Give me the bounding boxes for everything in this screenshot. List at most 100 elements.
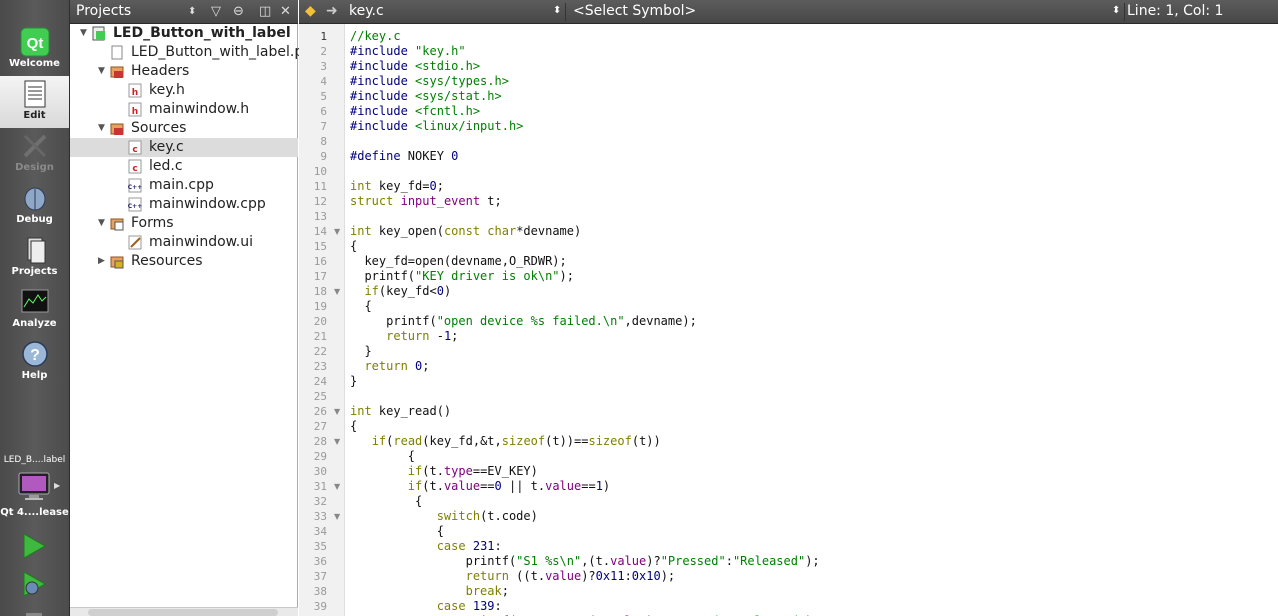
code-line[interactable]: if(t.type==EV_KEY) — [350, 464, 538, 479]
document-selector[interactable]: key.c — [349, 3, 384, 19]
view-selector-arrows-icon[interactable]: ⬍ — [188, 3, 196, 21]
code-line[interactable]: { — [350, 524, 444, 539]
tree-item[interactable]: C++ mainwindow.cpp — [70, 195, 298, 214]
code-line[interactable]: if(t.value==0 || t.value==1) — [350, 479, 610, 494]
symbol-selector-arrows-icon[interactable]: ⬍ — [1112, 5, 1120, 16]
code-line[interactable]: #include "key.h" — [350, 44, 466, 59]
code-line[interactable]: { — [350, 239, 357, 254]
expand-arrow-icon[interactable]: ▼ — [98, 62, 105, 81]
sources-folder-icon — [110, 121, 124, 136]
mode-welcome[interactable]: Qt Welcome — [0, 24, 69, 76]
code-line[interactable]: printf("KEY driver is ok\n"); — [350, 269, 574, 284]
code-line[interactable]: struct input_event t; — [350, 194, 502, 209]
code-line[interactable]: #include <fcntl.h> — [350, 104, 480, 119]
debug-run-button[interactable] — [20, 570, 48, 598]
expand-arrow-icon[interactable]: ▼ — [98, 214, 105, 233]
code-line[interactable]: return 0; — [350, 359, 429, 374]
code-line[interactable]: if(read(key_fd,&t,sizeof(t))==sizeof(t)) — [350, 434, 661, 449]
tree-item[interactable]: h mainwindow.h — [70, 100, 298, 119]
tree-item[interactable]: ▼ Forms — [70, 214, 298, 233]
mode-projects[interactable]: Projects — [0, 232, 69, 284]
code-line[interactable]: int key_open(const char*devname) — [350, 224, 581, 239]
code-line[interactable]: case 139: — [350, 599, 502, 614]
tree-item[interactable]: ▼ LED_Button_with_label — [70, 24, 298, 43]
code-line[interactable]: return -1; — [350, 329, 458, 344]
fold-marker-icon[interactable]: ▼ — [334, 404, 340, 419]
code-line[interactable]: } — [350, 344, 371, 359]
code-line[interactable]: { — [350, 419, 357, 434]
cursor-position[interactable]: Line: 1, Col: 1 — [1127, 3, 1223, 19]
tree-item[interactable]: ▼ Sources — [70, 119, 298, 138]
code-line[interactable]: break; — [350, 584, 509, 599]
code-line[interactable]: { — [350, 494, 422, 509]
code-token: int — [350, 404, 372, 418]
split-icon[interactable]: ◫ — [259, 3, 271, 21]
code-line[interactable]: { — [350, 449, 415, 464]
pro-file-icon — [110, 45, 124, 60]
code-line[interactable]: { — [350, 299, 371, 314]
code-token: ==EV_KEY) — [472, 464, 538, 478]
tree-item[interactable]: mainwindow.ui — [70, 233, 298, 252]
forward-arrow-icon[interactable]: ➜ — [326, 3, 338, 19]
code-line[interactable]: printf("S1 %s\n",(t.value)?"Pressed":"Re… — [350, 554, 820, 569]
code-line[interactable]: #include <linux/input.h> — [350, 119, 523, 134]
code-editor[interactable]: //key.c #include "key.h" #include <stdio.h… — [350, 24, 1278, 616]
symbol-selector[interactable]: <Select Symbol> — [573, 3, 696, 19]
fold-marker-icon[interactable]: ▼ — [334, 509, 340, 524]
kit-expand-arrow-icon[interactable]: ▶ — [54, 481, 60, 490]
collapsed-arrow-icon[interactable]: ▶ — [98, 252, 105, 271]
tree-item[interactable]: c key.c — [70, 138, 298, 157]
code-line[interactable]: #include <sys/types.h> — [350, 74, 509, 89]
project-tree-hscrollbar[interactable] — [70, 607, 298, 616]
close-pane-icon[interactable]: ✕ — [280, 3, 291, 21]
run-button[interactable] — [20, 532, 48, 560]
fold-marker-icon[interactable]: ▼ — [334, 434, 340, 449]
build-button[interactable] — [20, 606, 48, 616]
tree-item[interactable]: h key.h — [70, 81, 298, 100]
code-line[interactable]: case 231: — [350, 539, 502, 554]
tree-item[interactable]: ▼ Headers — [70, 62, 298, 81]
mode-analyze[interactable]: Analyze — [0, 284, 69, 336]
code-token: sizeof — [588, 434, 632, 448]
code-line[interactable]: if(key_fd<0) — [350, 284, 451, 299]
filter-icon[interactable]: ▽ — [211, 3, 221, 21]
line-number: 6 — [320, 105, 327, 118]
tree-item[interactable]: LED_Button_with_label.p — [70, 43, 303, 62]
line-number: 34 — [313, 525, 327, 538]
back-arrow-icon[interactable]: ◆ — [305, 3, 316, 19]
sync-link-icon[interactable]: ⊖ — [233, 3, 244, 21]
line-number: 18 — [313, 285, 327, 298]
code-line[interactable]: int key_read() — [350, 404, 451, 419]
projects-view-selector[interactable]: Projects — [76, 3, 131, 19]
mode-design[interactable]: Design — [0, 128, 69, 180]
code-line[interactable]: printf("open device %s failed.\n",devnam… — [350, 314, 697, 329]
code-line[interactable]: int key_fd=0; — [350, 179, 444, 194]
code-line[interactable]: switch(t.code) — [350, 509, 538, 524]
line-number: 26 — [313, 405, 327, 418]
mode-debug[interactable]: Debug — [0, 180, 69, 232]
code-token: sizeof — [501, 434, 546, 448]
fold-marker-icon[interactable]: ▼ — [334, 284, 340, 299]
code-line[interactable]: #define NOKEY 0 — [350, 149, 458, 164]
fold-marker-icon[interactable]: ▼ — [334, 479, 340, 494]
code-line[interactable]: //key.c — [350, 29, 401, 44]
line-number: 36 — [313, 555, 327, 568]
code-line[interactable]: } — [350, 374, 357, 389]
document-selector-arrows-icon[interactable]: ⬍ — [553, 5, 561, 16]
code-line[interactable]: key_fd=open(devname,O_RDWR); — [350, 254, 566, 269]
kit-selector-monitor-icon[interactable] — [18, 472, 50, 502]
expand-arrow-icon[interactable]: ▼ — [98, 119, 105, 138]
tree-item[interactable]: c led.c — [70, 157, 298, 176]
expand-arrow-icon[interactable]: ▼ — [80, 24, 87, 43]
fold-marker-icon[interactable]: ▼ — [334, 224, 340, 239]
code-line[interactable]: return ((t.value)?0x11:0x10); — [350, 569, 676, 584]
tree-item-label: LED_Button_with_label.p — [131, 44, 304, 60]
scrollbar-thumb[interactable] — [88, 609, 278, 616]
mode-help[interactable]: ? Help — [0, 336, 69, 388]
mode-edit[interactable]: Edit — [0, 76, 69, 128]
tree-item[interactable]: ▶ Resources — [70, 252, 298, 271]
code-line[interactable]: #include <stdio.h> — [350, 59, 480, 74]
tree-item[interactable]: C++ main.cpp — [70, 176, 298, 195]
code-line[interactable]: #include <sys/stat.h> — [350, 89, 502, 104]
